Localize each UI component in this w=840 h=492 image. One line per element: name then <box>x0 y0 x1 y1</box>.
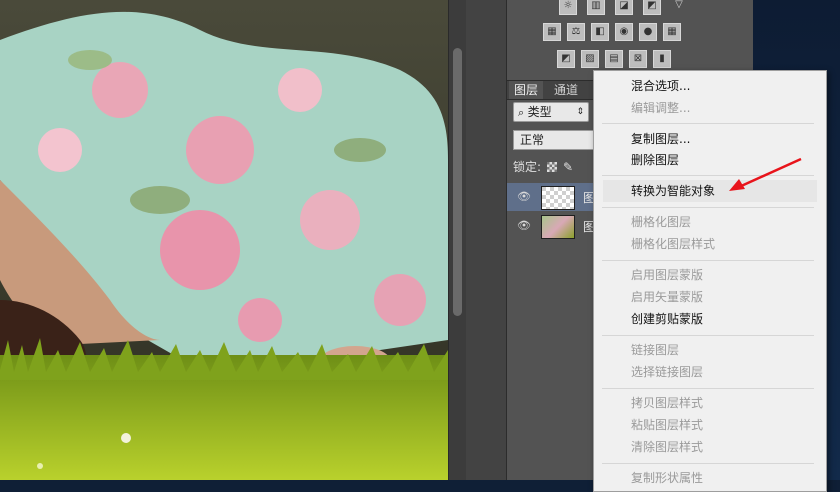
gradient-map-icon[interactable]: ▮ <box>653 50 671 68</box>
photo-image <box>0 0 448 480</box>
lock-label: 锁定: <box>513 160 542 174</box>
tab-layers[interactable]: 图层 <box>509 81 544 99</box>
lookup-icon[interactable]: ▦ <box>663 23 681 41</box>
vibrance-icon[interactable]: ▦ <box>543 23 561 41</box>
layer-context-menu: 混合选项... 编辑调整... 复制图层... 删除图层 转换为智能对象 栅格化… <box>593 70 827 492</box>
invert-icon[interactable]: ◩ <box>557 50 575 68</box>
menu-item-copy-shape-attributes[interactable]: 复制形状属性 <box>631 469 703 487</box>
adjustments-row-2: ▦ ⚖ ◧ ◉ ● ▦ <box>543 23 681 41</box>
menu-separator <box>602 260 814 261</box>
lock-row: 锁定: ✎ <box>513 158 573 175</box>
panel-dock-collapsed <box>466 0 506 480</box>
menu-item-copy-layer-style[interactable]: 拷贝图层样式 <box>631 394 703 412</box>
menu-separator <box>602 335 814 336</box>
tab-channels[interactable]: 通道 <box>549 81 583 99</box>
blend-mode-value: 正常 <box>520 133 545 147</box>
menu-item-rasterize-layer[interactable]: 栅格化图层 <box>631 213 691 231</box>
posterize-icon[interactable]: ▨ <box>581 50 599 68</box>
eye-icon[interactable]: 👁 <box>517 190 531 204</box>
exposure-icon[interactable]: ◩ <box>643 0 661 15</box>
lock-brush-icon[interactable]: ✎ <box>563 160 573 174</box>
menu-separator <box>602 388 814 389</box>
canvas-scroll-thumb[interactable] <box>453 48 462 316</box>
menu-item-clear-layer-style[interactable]: 清除图层样式 <box>631 438 703 456</box>
selective-color-icon[interactable]: ⊠ <box>629 50 647 68</box>
annotation-arrow-icon <box>729 157 802 191</box>
brightness-icon[interactable]: ☼ <box>559 0 577 15</box>
channel-mixer-icon[interactable]: ● <box>639 23 657 41</box>
triangle-icon[interactable]: ▽ <box>671 0 687 13</box>
curves-icon[interactable]: ◪ <box>615 0 633 15</box>
menu-separator <box>602 123 814 124</box>
menu-item-rasterize-layer-style[interactable]: 栅格化图层样式 <box>631 235 715 253</box>
menu-item-convert-to-smart-object[interactable]: 转换为智能对象 <box>631 182 715 200</box>
document-canvas[interactable] <box>0 0 448 480</box>
menu-item-link-layers[interactable]: 链接图层 <box>631 341 679 359</box>
layer-filter-select[interactable]: ⌕ 类型 ⇕ <box>513 102 589 122</box>
menu-item-enable-layer-mask[interactable]: 启用图层蒙版 <box>631 266 703 284</box>
menu-item-create-clipping-mask[interactable]: 创建剪贴蒙版 <box>631 310 703 328</box>
photo-filter-icon[interactable]: ◉ <box>615 23 633 41</box>
menu-item-select-linked-layers[interactable]: 选择链接图层 <box>631 363 703 381</box>
menu-item-paste-layer-style[interactable]: 粘贴图层样式 <box>631 416 703 434</box>
filter-label: 类型 <box>527 105 552 119</box>
lock-transparency-icon[interactable] <box>547 161 558 172</box>
menu-item-blending-options[interactable]: 混合选项... <box>631 77 690 95</box>
search-icon: ⌕ <box>518 106 528 119</box>
bw-icon[interactable]: ◧ <box>591 23 609 41</box>
chevron-updown-icon: ⇕ <box>576 107 584 117</box>
levels-icon[interactable]: ▥ <box>587 0 605 15</box>
menu-item-duplicate-layer[interactable]: 复制图层... <box>631 130 690 148</box>
menu-separator <box>602 207 814 208</box>
menu-item-edit-adjustment[interactable]: 编辑调整... <box>631 99 690 117</box>
balance-icon[interactable]: ⚖ <box>567 23 585 41</box>
menu-separator <box>602 463 814 464</box>
eye-icon[interactable]: 👁 <box>517 219 531 233</box>
blend-mode-select[interactable]: 正常 <box>513 130 603 150</box>
layer-thumbnail <box>541 215 575 239</box>
adjustments-row-3: ◩ ▨ ▤ ⊠ ▮ <box>557 50 671 68</box>
menu-item-enable-vector-mask[interactable]: 启用矢量蒙版 <box>631 288 703 306</box>
canvas-scrollbar[interactable] <box>448 0 467 480</box>
layer-thumbnail <box>541 186 575 210</box>
menu-item-delete-layer[interactable]: 删除图层 <box>631 151 679 169</box>
threshold-icon[interactable]: ▤ <box>605 50 623 68</box>
adjustments-row-1: ☼ ▥ ◪ ◩ ▽ <box>559 0 687 15</box>
